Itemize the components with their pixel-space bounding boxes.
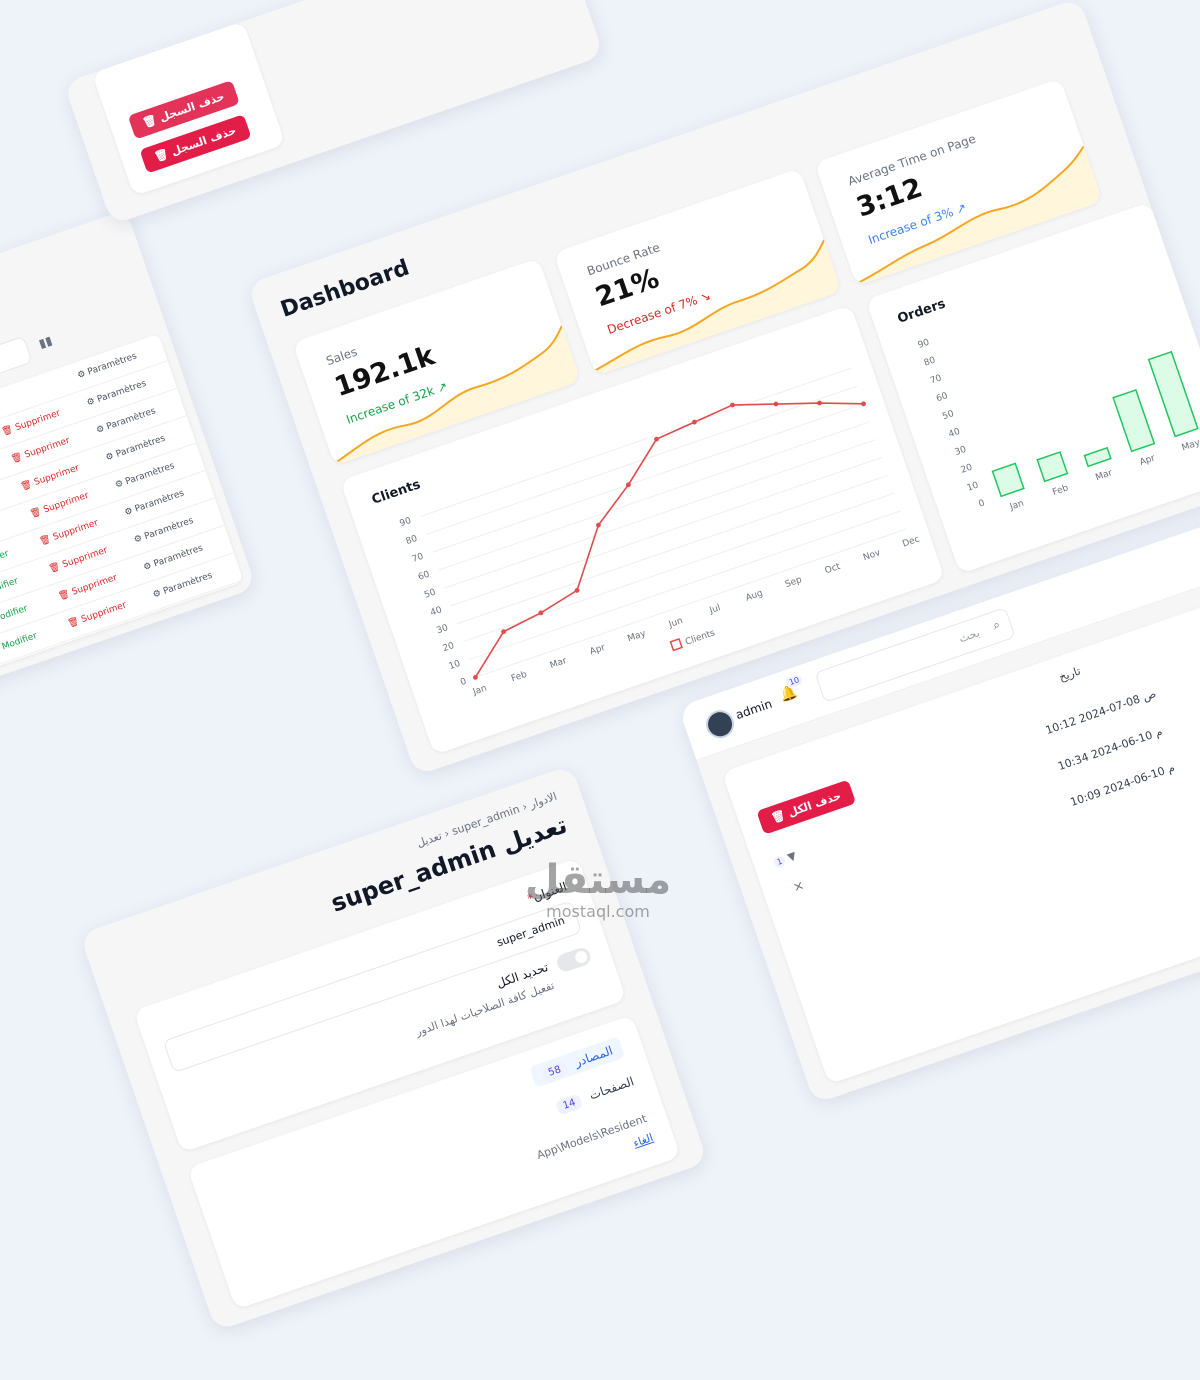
grid-line: [450, 456, 883, 607]
clients-point: [730, 402, 735, 408]
delete-all-button[interactable]: 🗑 حذف الكل: [756, 779, 857, 835]
delete-record-label: حذف السجل: [169, 123, 238, 159]
x-tick-label: Mar: [1094, 468, 1114, 483]
x-tick-label: Oct: [824, 562, 842, 577]
orders-bar: [1083, 446, 1112, 468]
orders-bar: [1112, 389, 1156, 453]
modify-action[interactable]: ✎ Modifier: [0, 631, 38, 656]
x-tick-label: Feb: [510, 670, 529, 685]
table-panel: ▮▮ ⚙ Paramètres 🗑 Supprimer ⚙ Paramètres 🗑 …: [0, 209, 257, 728]
clients-point: [692, 419, 697, 425]
watermark-arabic: مستقل: [524, 857, 672, 903]
search-icon: ⌕: [990, 617, 1002, 633]
x-tick-label: May: [626, 629, 647, 645]
delete-all-label: حذف الكل: [786, 789, 843, 820]
legend-swatch: [669, 637, 683, 652]
x-tick-label: Aug: [744, 588, 764, 603]
resource-cancel-link[interactable]: الغاء: [632, 1131, 655, 1150]
tab-pages-count: 14: [555, 1093, 584, 1116]
y-tick-label: 80: [405, 534, 419, 547]
log-row-3: 10:09 م 10-06-2024: [1068, 761, 1177, 809]
y-tick-label: 20: [442, 641, 456, 654]
date-column-header[interactable]: تاريخ: [1057, 664, 1082, 683]
actions-table: ⚙ Paramètres 🗑 Supprimer ⚙ Paramètres 🗑 Sup…: [0, 333, 244, 716]
y-tick-label: 60: [417, 570, 431, 583]
trash-icon: 🗑: [769, 808, 788, 826]
x-tick-label: Jun: [667, 616, 684, 630]
clients-point: [861, 401, 866, 407]
x-tick-label: Apr: [1139, 453, 1157, 468]
y-tick-label: 30: [435, 623, 449, 636]
search-placeholder: بحث: [957, 626, 982, 646]
orders-bar: [1147, 350, 1199, 438]
y-tick-label: 40: [947, 427, 961, 440]
y-tick-label: 90: [917, 338, 931, 351]
y-tick-label: 0: [459, 677, 468, 688]
role-edit-panel: الادوار ‹ super_admin ‹ تعديل تعديل supe…: [79, 764, 708, 1332]
tab-resources-label: المصادر: [572, 1043, 615, 1070]
breadcrumb-roles[interactable]: الادوار: [528, 790, 559, 811]
y-tick-label: 50: [423, 587, 437, 600]
log-row-2: 10:34 م 10-06-2024: [1056, 725, 1165, 774]
y-tick-label: 80: [923, 355, 937, 368]
y-tick-label: 60: [935, 391, 949, 404]
grid-line: [432, 403, 864, 553]
x-tick-label: Nov: [862, 548, 883, 563]
tab-resources-count: 58: [540, 1060, 569, 1083]
delete-record-label: حذف السجل: [157, 89, 227, 125]
clients-point: [773, 401, 779, 407]
y-tick-label: 10: [448, 659, 462, 672]
y-tick-label: 0: [977, 498, 986, 509]
x-tick-label: May: [1181, 438, 1200, 454]
y-tick-label: 40: [429, 605, 443, 618]
y-tick-label: 10: [966, 480, 980, 493]
x-tick-label: Dec: [901, 534, 921, 549]
y-tick-label: 70: [929, 373, 943, 386]
watermark: مستقل mostaql.com: [508, 858, 688, 921]
orders-bar: [991, 462, 1025, 498]
clients-point: [817, 400, 822, 406]
filter-icon: ▼: [785, 849, 798, 865]
legend-label: Clients: [684, 628, 717, 648]
y-tick-label: 50: [941, 409, 955, 422]
x-tick-label: Mar: [549, 656, 569, 671]
y-tick-label: 70: [411, 552, 425, 565]
watermark-latin: mostaql.com: [546, 902, 650, 921]
filter-button[interactable]: 1 ▼: [772, 849, 798, 869]
x-tick-label: Feb: [1051, 483, 1070, 498]
tab-pages-label: الصفحات: [587, 1074, 636, 1103]
x-tick-label: Sep: [784, 575, 804, 590]
x-tick-label: Apr: [589, 643, 607, 658]
filter-count: 1: [772, 854, 787, 869]
title-input[interactable]: super_admin: [162, 900, 583, 1074]
trash-icon: 🗑: [141, 113, 159, 130]
clients-series-line: [474, 402, 864, 678]
x-tick-label: Jul: [707, 603, 721, 616]
trash-icon: 🗑: [152, 147, 171, 165]
grid-line: [456, 474, 889, 625]
y-tick-label: 90: [399, 516, 413, 529]
x-tick-label: Jan: [471, 684, 488, 698]
orders-bar: [1036, 451, 1069, 483]
grid-line: [444, 439, 877, 589]
y-tick-label: 20: [960, 463, 974, 476]
toggle-knob: [573, 949, 589, 965]
y-tick-label: 30: [954, 445, 968, 458]
tab-pages[interactable]: الصفحات 14: [555, 1074, 636, 1116]
log-row-1: 10:12 ص 08-07-2024: [1043, 687, 1158, 738]
clear-filter-button[interactable]: ×: [791, 878, 806, 896]
toggle-help: تفعيل كافة الصلاحيات لهذا الدور: [414, 978, 557, 1039]
x-tick-label: Jan: [1008, 499, 1025, 513]
columns-icon[interactable]: ▮▮: [37, 333, 54, 351]
record-card: 🗑 حذف السجل 🗑 حذف السجل: [91, 21, 286, 197]
